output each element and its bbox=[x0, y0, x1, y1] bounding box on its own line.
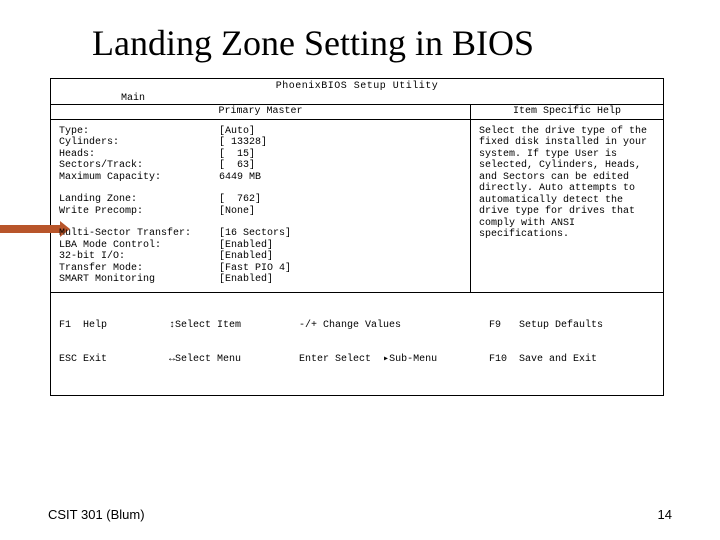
label: Cylinders: bbox=[59, 137, 219, 149]
label: SMART Monitoring bbox=[59, 274, 219, 286]
bios-subheader: Primary Master Item Specific Help bbox=[51, 104, 663, 120]
row-type[interactable]: Type: [Auto] bbox=[59, 126, 462, 138]
label: Landing Zone: bbox=[59, 194, 219, 206]
slide-footer: CSIT 301 (Blum) 14 bbox=[48, 507, 672, 522]
value: [16 Sectors] bbox=[219, 228, 291, 240]
row-transfer-mode[interactable]: Transfer Mode: [Fast PIO 4] bbox=[59, 263, 462, 275]
bios-body: Type: [Auto] Cylinders: [ 13328] Heads: … bbox=[51, 120, 663, 293]
label: LBA Mode Control: bbox=[59, 240, 219, 252]
bios-footer: F1 Help ESC Exit Select Item Select Menu… bbox=[51, 293, 663, 395]
value: [Enabled] bbox=[219, 251, 273, 263]
row-heads[interactable]: Heads: [ 15] bbox=[59, 149, 462, 161]
label: Multi-Sector Transfer: bbox=[59, 228, 219, 240]
subhead-help: Item Specific Help bbox=[471, 105, 663, 119]
value: [None] bbox=[219, 206, 255, 218]
row-landing-zone[interactable]: Landing Zone: [ 762] bbox=[59, 194, 462, 206]
bios-utility-title: PhoenixBIOS Setup Utility bbox=[51, 79, 663, 93]
row-smart[interactable]: SMART Monitoring [Enabled] bbox=[59, 274, 462, 286]
row-sectors-track[interactable]: Sectors/Track: [ 63] bbox=[59, 160, 462, 172]
row-lba-mode[interactable]: LBA Mode Control: [Enabled] bbox=[59, 240, 462, 252]
label: Transfer Mode: bbox=[59, 263, 219, 275]
bios-tabs: Main bbox=[51, 93, 663, 105]
label: Sectors/Track: bbox=[59, 160, 219, 172]
value: [ 13328] bbox=[219, 137, 267, 149]
value: [Fast PIO 4] bbox=[219, 263, 291, 275]
label: Heads: bbox=[59, 149, 219, 161]
value: [ 15] bbox=[219, 149, 255, 161]
label: 32-bit I/O: bbox=[59, 251, 219, 263]
page-number: 14 bbox=[658, 507, 672, 522]
value: [Auto] bbox=[219, 126, 255, 138]
bios-window: PhoenixBIOS Setup Utility Main Primary M… bbox=[50, 78, 664, 396]
hint-f1: F1 Help bbox=[59, 320, 169, 332]
value: [Enabled] bbox=[219, 274, 273, 286]
row-max-capacity: Maximum Capacity: 6449 MB bbox=[59, 172, 462, 184]
label: Type: bbox=[59, 126, 219, 138]
label: Maximum Capacity: bbox=[59, 172, 219, 184]
row-32bit-io[interactable]: 32-bit I/O: [Enabled] bbox=[59, 251, 462, 263]
hint-select-item: Select Item bbox=[175, 320, 241, 331]
subhead-primary-master: Primary Master bbox=[51, 105, 471, 119]
value: [ 63] bbox=[219, 160, 255, 172]
hint-select-menu: Select Menu bbox=[175, 354, 241, 365]
hint-f9: F9 Setup Defaults bbox=[489, 320, 655, 332]
slide: Landing Zone Setting in BIOS PhoenixBIOS… bbox=[0, 0, 720, 540]
row-cylinders[interactable]: Cylinders: [ 13328] bbox=[59, 137, 462, 149]
help-text: Select the drive type of the fixed disk … bbox=[479, 126, 655, 241]
row-multi-sector[interactable]: Multi-Sector Transfer: [16 Sectors] bbox=[59, 228, 462, 240]
settings-panel: Type: [Auto] Cylinders: [ 13328] Heads: … bbox=[51, 120, 471, 292]
hint-change-values: -/+ Change Values bbox=[299, 320, 489, 332]
hint-f10: F10 Save and Exit bbox=[489, 354, 655, 366]
hint-submenu: Sub-Menu bbox=[389, 354, 437, 365]
label: Write Precomp: bbox=[59, 206, 219, 218]
slide-title: Landing Zone Setting in BIOS bbox=[92, 22, 678, 64]
course-label: CSIT 301 (Blum) bbox=[48, 507, 145, 522]
hint-esc: ESC Exit bbox=[59, 354, 169, 366]
help-panel: Select the drive type of the fixed disk … bbox=[471, 120, 663, 292]
hint-enter-select: Enter Select bbox=[299, 354, 371, 365]
blank-row bbox=[59, 217, 462, 228]
row-write-precomp[interactable]: Write Precomp: [None] bbox=[59, 206, 462, 218]
value: [ 762] bbox=[219, 194, 261, 206]
tab-main[interactable]: Main bbox=[121, 93, 145, 105]
value: 6449 MB bbox=[219, 172, 261, 184]
value: [Enabled] bbox=[219, 240, 273, 252]
blank-row bbox=[59, 183, 462, 194]
